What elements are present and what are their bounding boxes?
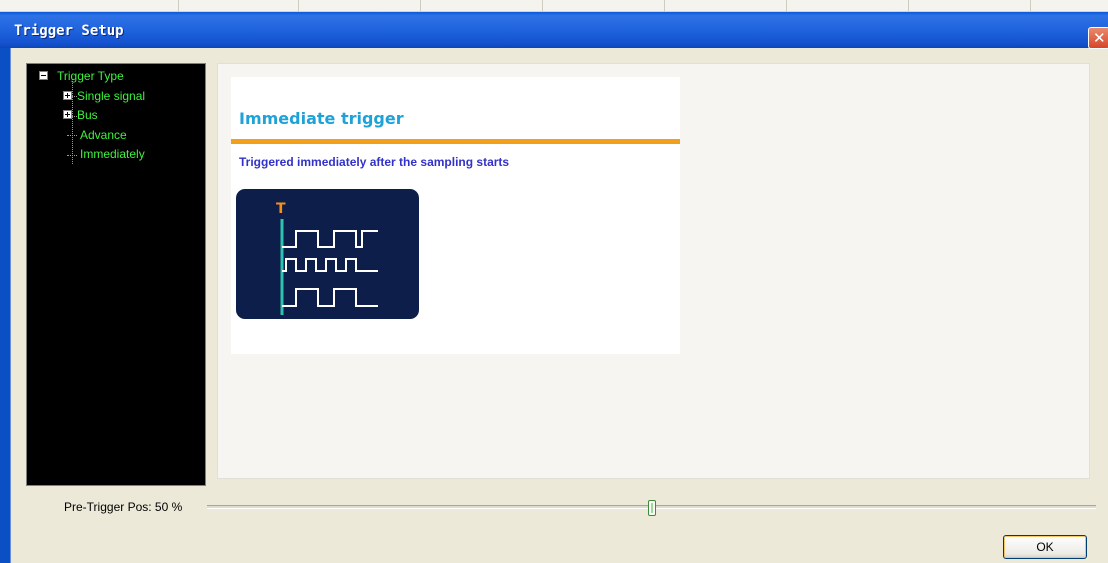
tree-item-advance[interactable]: Advance (80, 127, 127, 143)
tree-item-label: Bus (77, 108, 98, 122)
tree-item-label: Single signal (77, 89, 146, 103)
trigger-heading: Immediate trigger (239, 109, 404, 128)
tree-item-immediately[interactable]: Immediately (80, 146, 145, 162)
slider-thumb[interactable] (648, 500, 656, 516)
close-icon: ✕ (1093, 29, 1106, 47)
close-button[interactable]: ✕ (1088, 27, 1108, 49)
tree-connector (67, 155, 77, 156)
trigger-marker: T (276, 201, 286, 217)
pre-trigger-label: Pre-Trigger Pos: 50 % (64, 500, 183, 514)
expand-icon[interactable] (63, 110, 72, 119)
heading-divider (231, 139, 680, 144)
collapse-icon[interactable] (39, 71, 48, 80)
tree-item-label: Trigger Type (57, 69, 124, 83)
expand-icon[interactable] (63, 91, 72, 100)
window-title: Trigger Setup (14, 23, 124, 39)
tree-item-label: Advance (80, 128, 127, 142)
window-frame-left (0, 48, 11, 563)
trigger-description: Triggered immediately after the sampling… (239, 155, 510, 169)
trigger-setup-dialog: Trigger Setup ✕ Trigger Type Single sign… (0, 0, 1108, 563)
title-bar[interactable]: Trigger Setup ✕ (0, 12, 1108, 49)
immediate-trigger-diagram: T (236, 189, 419, 319)
trigger-info-card: Immediate trigger Triggered immediately … (231, 77, 680, 354)
top-strip (0, 0, 1108, 12)
trigger-type-tree[interactable]: Trigger Type Single signal Bus Advance I… (26, 63, 206, 486)
diagram-background (236, 189, 419, 319)
tree-connector (67, 135, 77, 136)
ok-button[interactable]: OK (1003, 535, 1087, 559)
tree-item-label: Immediately (80, 147, 145, 161)
tree-connector (72, 79, 73, 164)
